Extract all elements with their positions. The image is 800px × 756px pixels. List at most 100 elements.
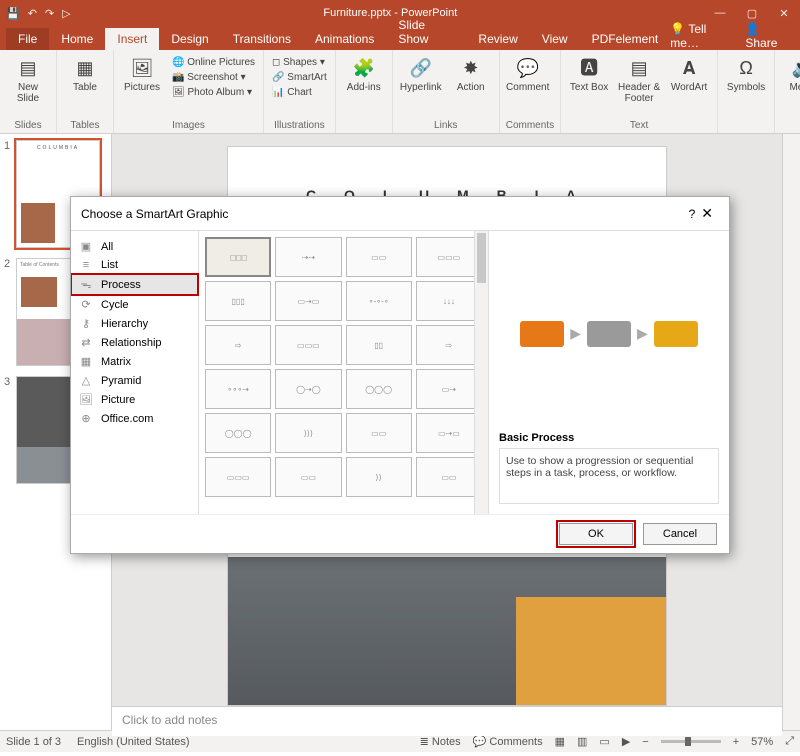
addins-label: Add-ins: [347, 82, 381, 93]
ok-button[interactable]: OK: [559, 523, 633, 545]
online-pictures-button[interactable]: 🌐 Online Pictures: [170, 56, 257, 69]
view-slideshow-icon[interactable]: ▶: [622, 735, 630, 748]
grid-scrollbar[interactable]: [474, 231, 488, 514]
category-picture[interactable]: 🖼Picture: [71, 390, 198, 409]
view-normal-icon[interactable]: ▦: [555, 735, 565, 748]
smartart-option[interactable]: ↓↓↓: [416, 281, 482, 321]
restore-button[interactable]: ▢: [736, 7, 768, 20]
undo-icon[interactable]: ↶: [28, 7, 37, 20]
action-button[interactable]: ✸ Action: [449, 56, 493, 93]
media-button[interactable]: 🔊 Media: [781, 56, 800, 93]
group-media: 🔊 Media: [775, 50, 800, 133]
language-status[interactable]: English (United States): [77, 736, 190, 748]
smartart-option[interactable]: ▭▭: [346, 237, 412, 277]
category-hierarchy[interactable]: ⚷Hierarchy: [71, 314, 198, 333]
tab-transitions[interactable]: Transitions: [221, 28, 303, 50]
zoom-level[interactable]: 57%: [751, 736, 773, 748]
category-cycle[interactable]: ⟳Cycle: [71, 295, 198, 314]
fit-to-window-icon[interactable]: ⤢: [785, 735, 794, 748]
dialog-help-icon[interactable]: ?: [689, 207, 696, 221]
close-button[interactable]: ✕: [768, 7, 800, 20]
header-footer-icon: ▤: [627, 56, 651, 80]
category-matrix[interactable]: ▦Matrix: [71, 352, 198, 371]
tab-review[interactable]: Review: [466, 28, 529, 50]
zoom-in-icon[interactable]: +: [733, 736, 739, 748]
pictures-button[interactable]: 🖼 Pictures: [120, 56, 164, 93]
smartart-option[interactable]: ▭⇢▭: [275, 281, 341, 321]
smartart-option[interactable]: ∘-∘-∘: [346, 281, 412, 321]
cancel-button[interactable]: Cancel: [643, 523, 717, 545]
smartart-option[interactable]: ▭⇢: [416, 369, 482, 409]
textbox-button[interactable]: 🅰 Text Box: [567, 56, 611, 93]
zoom-out-icon[interactable]: −: [642, 736, 648, 748]
zoom-slider[interactable]: [661, 740, 721, 743]
smartart-option[interactable]: ∘∘∘⇢: [205, 369, 271, 409]
smartart-option[interactable]: [205, 237, 271, 277]
pyramid-icon: △: [79, 374, 93, 387]
chart-button[interactable]: 📊 Chart: [270, 86, 329, 99]
tab-slideshow[interactable]: Slide Show: [386, 14, 466, 50]
notes-toggle[interactable]: ≣ Notes: [420, 735, 461, 748]
smartart-option[interactable]: ◯◯◯: [346, 369, 412, 409]
smartart-option[interactable]: ⇨: [416, 325, 482, 365]
tell-me[interactable]: 💡 Tell me…: [670, 22, 733, 50]
category-relationship[interactable]: ⇄Relationship: [71, 333, 198, 352]
smartart-option[interactable]: ▭▭: [346, 413, 412, 453]
group-images: 🖼 Pictures 🌐 Online Pictures 📸 Screensho…: [114, 50, 264, 133]
tab-view[interactable]: View: [530, 28, 580, 50]
smartart-option[interactable]: ▭▭: [275, 457, 341, 497]
category-office[interactable]: ⊕Office.com: [71, 409, 198, 428]
category-pyramid[interactable]: △Pyramid: [71, 371, 198, 390]
tab-pdfelement[interactable]: PDFelement: [580, 28, 671, 50]
smartart-option[interactable]: ▯▯▯: [205, 281, 271, 321]
category-list[interactable]: ≡List: [71, 256, 198, 274]
comment-button[interactable]: 💬 Comment: [506, 56, 550, 93]
tab-animations[interactable]: Animations: [303, 28, 386, 50]
view-sorter-icon[interactable]: ▥: [577, 735, 587, 748]
header-footer-button[interactable]: ▤ Header & Footer: [617, 56, 661, 104]
smartart-option[interactable]: ▭▭▭: [275, 325, 341, 365]
smartart-option[interactable]: ▭⇢▭: [416, 413, 482, 453]
addins-button[interactable]: 🧩 Add-ins: [342, 56, 386, 93]
smartart-option[interactable]: ⟩⟩⟩: [275, 413, 341, 453]
smartart-option[interactable]: ▯▯: [346, 325, 412, 365]
save-icon[interactable]: 💾: [6, 7, 20, 20]
tab-design[interactable]: Design: [159, 28, 220, 50]
shapes-button[interactable]: ◻ Shapes ▾: [270, 56, 329, 69]
table-button[interactable]: ▦ Table: [63, 56, 107, 93]
dialog-close-icon[interactable]: ✕: [695, 203, 719, 224]
smartart-option[interactable]: ◯⇢◯: [275, 369, 341, 409]
share-button[interactable]: 👤 Share: [745, 22, 792, 50]
photo-album-button[interactable]: 🖼 Photo Album ▾: [170, 86, 257, 99]
smartart-option[interactable]: ▭▭: [416, 457, 482, 497]
textbox-icon: 🅰: [577, 56, 601, 80]
redo-icon[interactable]: ↷: [45, 7, 54, 20]
hyperlink-button[interactable]: 🔗 Hyperlink: [399, 56, 443, 93]
vertical-scrollbar[interactable]: [782, 134, 800, 730]
wordart-button[interactable]: 𝐀 WordArt: [667, 56, 711, 93]
tab-file[interactable]: File: [6, 28, 49, 50]
screenshot-button[interactable]: 📸 Screenshot ▾: [170, 71, 257, 84]
comments-toggle[interactable]: 💬 Comments: [473, 735, 543, 748]
symbols-button[interactable]: Ω Symbols: [724, 56, 768, 93]
new-slide-button[interactable]: ▤ New Slide: [6, 56, 50, 104]
preview-block-3: [654, 321, 698, 347]
smartart-option[interactable]: ⟩⟩: [346, 457, 412, 497]
minimize-button[interactable]: —: [704, 7, 736, 20]
tab-insert[interactable]: Insert: [105, 28, 159, 50]
textbox-label: Text Box: [570, 82, 608, 93]
smartart-option[interactable]: ▭▭▭: [205, 457, 271, 497]
smartart-option[interactable]: ⇨: [205, 325, 271, 365]
smartart-option[interactable]: ◯◯◯: [205, 413, 271, 453]
smartart-option[interactable]: ⇢⇢: [275, 237, 341, 277]
smartart-option[interactable]: ▭▭▭: [416, 237, 482, 277]
start-slideshow-icon[interactable]: ▷: [62, 7, 70, 20]
category-process[interactable]: ᯓProcess: [71, 274, 198, 295]
view-reading-icon[interactable]: ▭: [599, 735, 609, 748]
smartart-button[interactable]: 🔗 SmartArt: [270, 71, 329, 84]
notes-pane[interactable]: Click to add notes: [112, 706, 782, 736]
tab-home[interactable]: Home: [49, 28, 105, 50]
category-all[interactable]: ▣All: [71, 237, 198, 256]
group-images-label: Images: [120, 118, 257, 133]
comment-icon: 💬: [516, 56, 540, 80]
